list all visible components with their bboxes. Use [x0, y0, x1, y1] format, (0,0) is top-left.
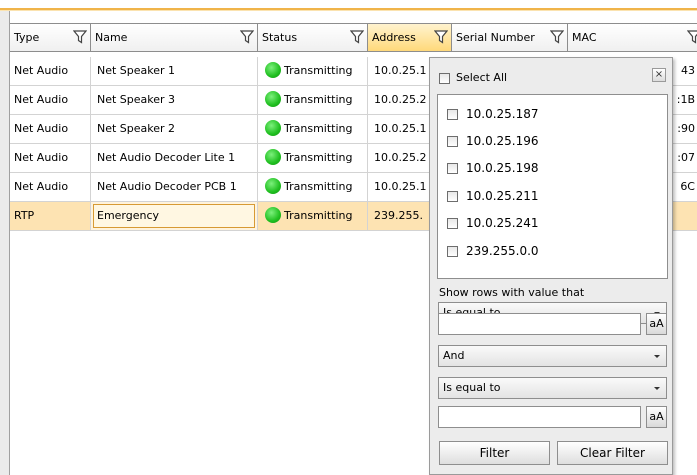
- status-cell: Transmitting: [258, 144, 368, 173]
- value-label: 10.0.25.187: [466, 107, 539, 121]
- status-indicator-icon: [265, 91, 281, 107]
- column-header-label: Name: [95, 31, 128, 44]
- status-text: Transmitting: [284, 93, 353, 106]
- value-checkbox[interactable]: [447, 246, 458, 257]
- type-cell: Net Audio: [10, 144, 91, 173]
- name-cell: Net Speaker 2: [91, 115, 258, 144]
- filter-icon[interactable]: [240, 30, 254, 44]
- column-header-label: Status: [262, 31, 298, 44]
- value-label: 10.0.25.211: [466, 189, 539, 203]
- status-text: Transmitting: [284, 180, 353, 193]
- filter-value-item[interactable]: 10.0.25.196: [447, 133, 539, 149]
- second-operator-dropdown[interactable]: Is equal to: [438, 377, 667, 399]
- status-indicator-icon: [265, 178, 281, 194]
- value-label: 10.0.25.241: [466, 216, 539, 230]
- name-cell: Net Speaker 3: [91, 86, 258, 115]
- dropdown-value: Is equal to: [443, 381, 501, 394]
- row-indicator-column: [0, 11, 10, 475]
- chevron-down-icon: [654, 387, 660, 390]
- logic-operator-dropdown[interactable]: And: [438, 345, 667, 367]
- column-header-label: MAC: [572, 31, 597, 44]
- filter-value-item[interactable]: 10.0.25.241: [447, 215, 539, 231]
- column-header-label: Address: [372, 31, 416, 44]
- second-value-input[interactable]: [438, 406, 641, 428]
- column-header-address[interactable]: Address: [368, 23, 452, 52]
- filter-value-item[interactable]: 10.0.25.187: [447, 106, 539, 122]
- close-icon[interactable]: ×: [652, 68, 666, 82]
- column-header-serial-number[interactable]: Serial Number: [452, 23, 568, 52]
- filter-value-item[interactable]: 10.0.25.211: [447, 188, 539, 204]
- column-header-name[interactable]: Name: [91, 23, 258, 52]
- type-cell: RTP: [10, 202, 91, 231]
- type-cell: Net Audio: [10, 115, 91, 144]
- filter-value-item[interactable]: 10.0.25.198: [447, 160, 539, 176]
- filter-icon[interactable]: [550, 30, 564, 44]
- column-header-label: Serial Number: [456, 31, 535, 44]
- value-label: 10.0.25.196: [466, 134, 539, 148]
- match-case-button[interactable]: aA: [646, 313, 667, 335]
- status-text: Transmitting: [284, 122, 353, 135]
- type-cell: Net Audio: [10, 173, 91, 202]
- status-cell: Transmitting: [258, 115, 368, 144]
- column-header-label: Type: [14, 31, 40, 44]
- name-cell: Net Audio Decoder Lite 1: [91, 144, 258, 173]
- status-indicator-icon: [265, 149, 281, 165]
- status-indicator-icon: [265, 207, 281, 223]
- value-checkbox[interactable]: [447, 191, 458, 202]
- filter-icon[interactable]: [687, 30, 697, 44]
- status-text: Transmitting: [284, 64, 353, 77]
- match-case-button[interactable]: aA: [646, 406, 667, 428]
- value-checkbox[interactable]: [447, 109, 458, 120]
- value-label: 239.255.0.0: [466, 244, 539, 258]
- status-indicator-icon: [265, 62, 281, 78]
- value-checkbox[interactable]: [447, 218, 458, 229]
- name-cell[interactable]: Emergency: [91, 202, 258, 231]
- status-cell: Transmitting: [258, 202, 368, 231]
- dropdown-value: And: [443, 349, 465, 362]
- filter-icon[interactable]: [350, 30, 364, 44]
- status-cell: Transmitting: [258, 173, 368, 202]
- select-all-label: Select All: [456, 71, 508, 84]
- status-indicator-icon: [265, 120, 281, 136]
- filter-button[interactable]: Filter: [439, 441, 550, 465]
- select-all-option[interactable]: Select All: [439, 70, 507, 86]
- name-cell: Net Speaker 1: [91, 57, 258, 86]
- status-cell: Transmitting: [258, 86, 368, 115]
- address-filter-popup: Select All × 10.0.25.187 10.0.25.196 10.…: [429, 57, 673, 475]
- filter-values-list[interactable]: 10.0.25.187 10.0.25.196 10.0.25.198 10.0…: [437, 94, 668, 279]
- filter-icon[interactable]: [434, 30, 448, 44]
- column-header-type[interactable]: Type: [10, 23, 91, 52]
- type-cell: Net Audio: [10, 86, 91, 115]
- value-checkbox[interactable]: [447, 163, 458, 174]
- show-rows-label: Show rows with value that: [439, 286, 585, 299]
- type-cell: Net Audio: [10, 57, 91, 86]
- status-text: Transmitting: [284, 209, 353, 222]
- select-all-checkbox[interactable]: [439, 72, 450, 84]
- status-text: Transmitting: [284, 151, 353, 164]
- filter-value-item[interactable]: 239.255.0.0: [447, 243, 539, 259]
- first-value-input[interactable]: [438, 313, 641, 335]
- value-label: 10.0.25.198: [466, 161, 539, 175]
- filter-icon[interactable]: [73, 30, 87, 44]
- column-header-status[interactable]: Status: [258, 23, 368, 52]
- name-cell-text: Emergency: [97, 209, 160, 222]
- column-header-mac[interactable]: MAC: [568, 23, 697, 52]
- grid-top-border: [0, 0, 697, 11]
- chevron-down-icon: [654, 355, 660, 358]
- clear-filter-button[interactable]: Clear Filter: [557, 441, 668, 465]
- name-cell: Net Audio Decoder PCB 1: [91, 173, 258, 202]
- status-cell: Transmitting: [258, 57, 368, 86]
- value-checkbox[interactable]: [447, 136, 458, 147]
